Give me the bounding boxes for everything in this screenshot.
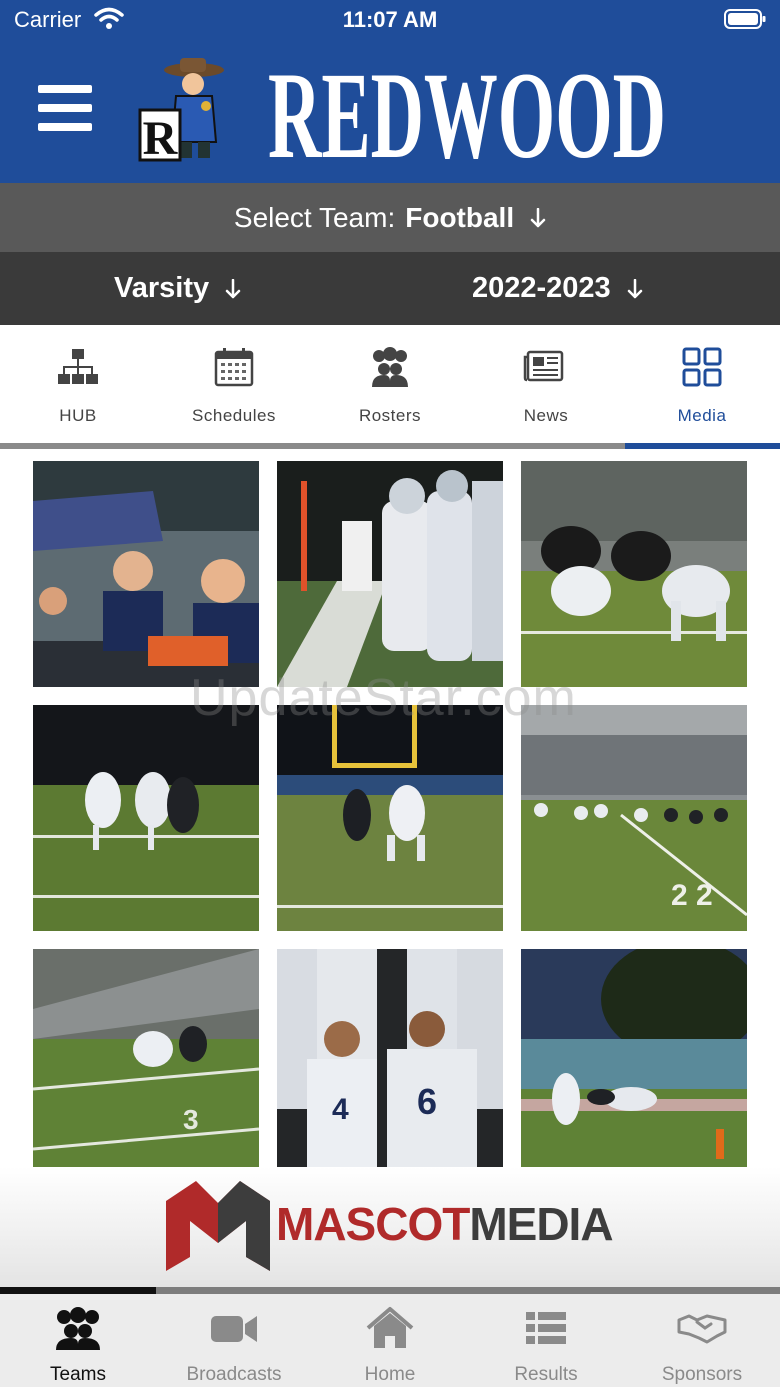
- sponsor-wordmark: MASCOTMEDIA: [276, 1198, 614, 1250]
- level-season-bar: Varsity 2022-2023: [0, 252, 780, 325]
- mascot-media-logo-icon: [166, 1181, 270, 1271]
- arrow-down-icon: [225, 278, 241, 298]
- media-grid: 2 2 3 4 6: [0, 455, 780, 1175]
- home-icon: [366, 1307, 414, 1348]
- level-dropdown[interactable]: Varsity: [114, 252, 241, 325]
- bottom-navigation: Teams Broadcasts Home Results Sponsors: [0, 1294, 780, 1387]
- media-photo-6[interactable]: 2 2: [521, 705, 747, 931]
- tab-news[interactable]: News: [468, 325, 624, 443]
- tab-rosters[interactable]: Rosters: [312, 325, 468, 443]
- arrow-down-icon: [530, 207, 546, 227]
- media-photo-5[interactable]: [277, 705, 503, 931]
- status-bar: Carrier 11:07 AM: [0, 0, 780, 40]
- nav-label: Results: [514, 1364, 578, 1385]
- arrow-down-icon: [627, 278, 642, 298]
- nav-label: Teams: [50, 1364, 106, 1385]
- svg-text:4: 4: [332, 1093, 349, 1126]
- school-name-logo: REDWOOD: [268, 47, 666, 170]
- svg-text:REDWOOD: REDWOOD: [268, 47, 666, 170]
- season-value: 2022-2023: [472, 272, 611, 304]
- newspaper-icon: [523, 350, 564, 382]
- tab-label: HUB: [59, 406, 97, 425]
- nav-sponsors[interactable]: Sponsors: [624, 1294, 780, 1387]
- hub-hierarchy-icon: [58, 349, 98, 384]
- media-photo-1[interactable]: [33, 461, 259, 687]
- people-group-icon: [372, 347, 408, 387]
- grid-icon: [682, 347, 722, 387]
- teams-people-icon: [56, 1307, 100, 1350]
- nav-teams[interactable]: Teams: [0, 1294, 156, 1387]
- watermark: UpdateStar.com: [190, 669, 577, 727]
- redwood-mascot-logo: R: [138, 58, 224, 164]
- nav-results[interactable]: Results: [468, 1294, 624, 1387]
- calendar-icon: [214, 348, 254, 387]
- svg-text:3: 3: [183, 1104, 199, 1135]
- media-photo-2[interactable]: [277, 461, 503, 687]
- season-dropdown[interactable]: 2022-2023: [472, 252, 643, 325]
- select-team-label: Select Team:: [233, 201, 396, 233]
- tab-media[interactable]: Media: [624, 325, 780, 443]
- sponsor-banner[interactable]: MASCOTMEDIA: [0, 1167, 780, 1287]
- list-icon: [526, 1312, 566, 1344]
- hamburger-menu-icon[interactable]: [38, 85, 92, 131]
- svg-text:R: R: [143, 112, 179, 164]
- media-photo-3[interactable]: [521, 461, 747, 687]
- battery-icon: [724, 9, 766, 29]
- svg-text:6: 6: [417, 1081, 437, 1122]
- tab-label: Schedules: [192, 406, 276, 425]
- tab-label: Media: [677, 406, 727, 425]
- nav-indicator: [0, 1287, 780, 1294]
- nav-label: Home: [364, 1364, 416, 1385]
- svg-text:2 2: 2 2: [671, 879, 713, 912]
- media-photo-8[interactable]: 4 6: [277, 949, 503, 1175]
- media-photo-4[interactable]: [33, 705, 259, 931]
- tab-hub[interactable]: HUB: [0, 325, 156, 443]
- tab-label: News: [523, 406, 569, 425]
- clock: 11:07 AM: [342, 7, 438, 32]
- active-tab-indicator: [625, 443, 780, 449]
- nav-label: Sponsors: [661, 1364, 743, 1385]
- select-team-dropdown[interactable]: Select Team: Football: [0, 183, 780, 253]
- tab-label: Rosters: [358, 406, 422, 425]
- handshake-icon: [677, 1314, 727, 1344]
- media-photo-9[interactable]: [521, 949, 747, 1175]
- media-photo-7[interactable]: 3: [33, 949, 259, 1175]
- selected-team: Football: [405, 201, 515, 233]
- app-header: Carrier 11:07 AM R REDWOOD: [0, 0, 780, 183]
- nav-home[interactable]: Home: [312, 1294, 468, 1387]
- level-value: Varsity: [114, 272, 210, 304]
- nav-label: Broadcasts: [186, 1364, 282, 1385]
- tab-schedules[interactable]: Schedules: [156, 325, 312, 443]
- nav-broadcasts[interactable]: Broadcasts: [156, 1294, 312, 1387]
- video-camera-icon: [211, 1316, 257, 1342]
- tab-underline: [0, 443, 780, 449]
- section-tabs: HUB Schedules Rosters News Media: [0, 325, 780, 452]
